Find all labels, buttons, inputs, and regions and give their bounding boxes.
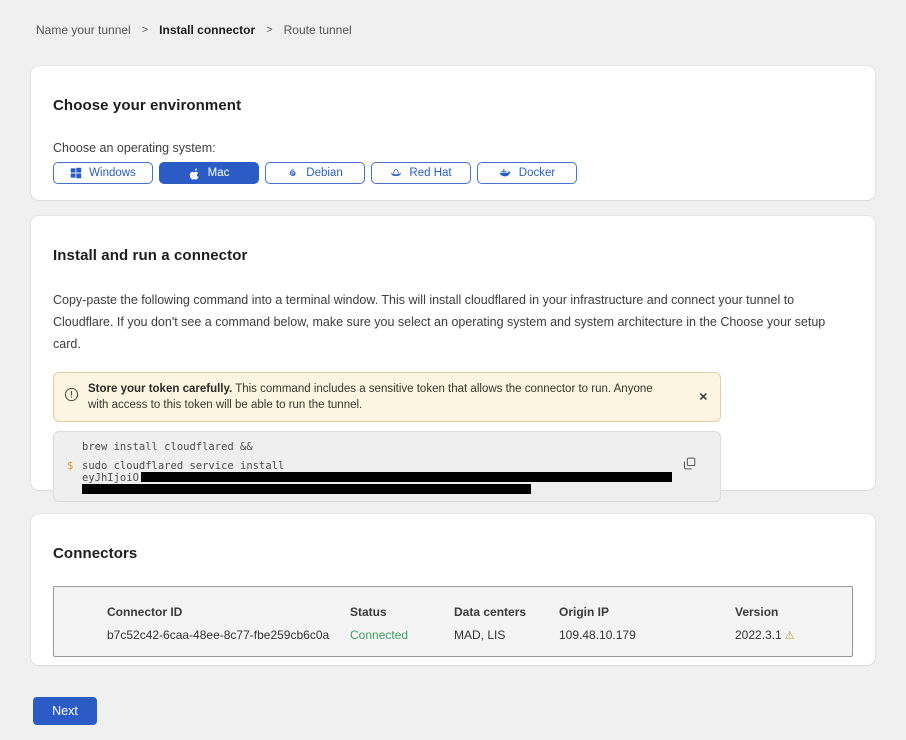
origin-ip-value: 109.48.10.179 bbox=[559, 628, 735, 642]
column-header-connector-id: Connector ID bbox=[107, 605, 350, 619]
data-centers-value: MAD, LIS bbox=[454, 628, 559, 642]
os-select-label: Choose an operating system: bbox=[53, 141, 853, 155]
version-value: 2022.3.1⚠ bbox=[735, 628, 842, 642]
token-warning-banner: Store your token carefully. This command… bbox=[53, 372, 721, 422]
os-button-label: Mac bbox=[208, 167, 230, 179]
close-icon[interactable]: ✕ bbox=[699, 391, 708, 404]
column-header-status: Status bbox=[350, 605, 454, 619]
breadcrumb-step-install-connector[interactable]: Install connector bbox=[159, 23, 255, 37]
version-number: 2022.3.1 bbox=[735, 628, 782, 642]
column-header-data-centers: Data centers bbox=[454, 605, 559, 619]
os-button-mac[interactable]: Mac bbox=[159, 162, 259, 184]
apple-icon bbox=[189, 167, 201, 180]
choose-environment-card: Choose your environment Choose an operat… bbox=[31, 66, 875, 200]
token-prefix: eyJhIjoiO bbox=[82, 472, 139, 484]
terminal-line-token-2 bbox=[82, 484, 720, 496]
environment-card-title: Choose your environment bbox=[53, 97, 853, 114]
os-button-docker[interactable]: Docker bbox=[477, 162, 577, 184]
connectors-card-title: Connectors bbox=[53, 545, 853, 562]
alert-circle-icon bbox=[64, 387, 79, 407]
os-button-label: Debian bbox=[306, 167, 342, 179]
terminal-command-block: brew install cloudflared && $ sudo cloud… bbox=[53, 431, 721, 502]
token-warning-title: Store your token carefully. bbox=[88, 383, 232, 395]
os-button-redhat[interactable]: Red Hat bbox=[371, 162, 471, 184]
install-card-title: Install and run a connector bbox=[53, 247, 853, 264]
column-header-version: Version bbox=[735, 605, 842, 619]
breadcrumb-step-name-tunnel[interactable]: Name your tunnel bbox=[36, 23, 131, 37]
breadcrumb: Name your tunnel > Install connector > R… bbox=[0, 0, 906, 37]
column-header-origin-ip: Origin IP bbox=[559, 605, 735, 619]
breadcrumb-separator: > bbox=[266, 24, 272, 36]
connectors-card: Connectors Connector ID Status Data cent… bbox=[31, 514, 875, 665]
redacted-token-bar bbox=[141, 472, 672, 482]
redacted-token-bar bbox=[82, 484, 531, 494]
breadcrumb-separator: > bbox=[142, 24, 148, 36]
install-instructions: Copy-paste the following command into a … bbox=[53, 289, 853, 355]
windows-icon bbox=[70, 167, 82, 179]
terminal-line-token: eyJhIjoiO bbox=[82, 472, 720, 484]
debian-icon bbox=[287, 167, 299, 179]
os-button-label: Windows bbox=[89, 167, 136, 179]
connectors-table: Connector ID Status Data centers Origin … bbox=[53, 586, 853, 657]
copy-icon[interactable] bbox=[683, 457, 696, 473]
terminal-prompt: $ bbox=[67, 461, 73, 472]
terminal-line-brew: brew install cloudflared && bbox=[82, 442, 720, 453]
token-warning-text: Store your token carefully. This command… bbox=[88, 381, 658, 413]
next-button[interactable]: Next bbox=[33, 697, 97, 725]
connector-id-value: b7c52c42-6caa-48ee-8c77-fbe259cb6c0a bbox=[107, 628, 350, 642]
terminal-line-sudo: sudo cloudflared service install bbox=[82, 461, 720, 472]
breadcrumb-step-route-tunnel[interactable]: Route tunnel bbox=[284, 23, 352, 37]
os-button-label: Docker bbox=[519, 167, 555, 179]
os-button-debian[interactable]: Debian bbox=[265, 162, 365, 184]
install-connector-card: Install and run a connector Copy-paste t… bbox=[31, 216, 875, 490]
redhat-icon bbox=[390, 167, 402, 179]
os-button-windows[interactable]: Windows bbox=[53, 162, 153, 184]
os-button-group: Windows Mac Debian Red Hat bbox=[53, 162, 853, 184]
version-warning-icon: ⚠ bbox=[785, 630, 795, 642]
status-badge: Connected bbox=[350, 628, 454, 642]
os-button-label: Red Hat bbox=[409, 167, 451, 179]
docker-icon bbox=[499, 167, 512, 179]
